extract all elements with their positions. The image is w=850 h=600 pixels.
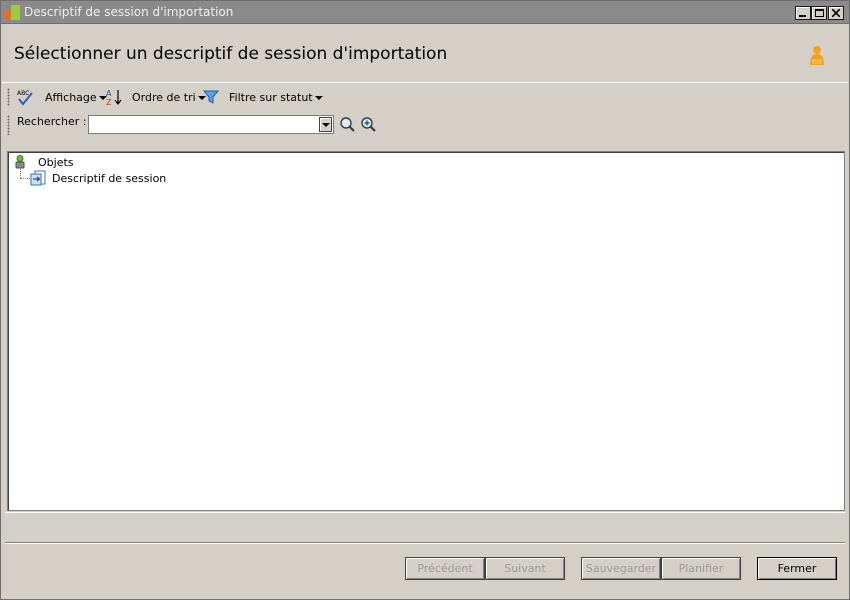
status-filter-label: Filtre sur statut bbox=[229, 90, 313, 104]
tree-connector bbox=[20, 169, 21, 178]
zoom-in-icon[interactable] bbox=[360, 116, 377, 133]
search-toolbar: Rechercher : bbox=[7, 113, 845, 137]
search-combobox[interactable] bbox=[88, 115, 334, 134]
svg-text:ABC: ABC bbox=[17, 90, 29, 97]
page-title: Sélectionner un descriptif de session d'… bbox=[14, 44, 448, 64]
title-bar[interactable]: Descriptif de session d'importation bbox=[1, 1, 849, 24]
status-bar bbox=[5, 512, 845, 535]
footer-divider bbox=[5, 542, 845, 544]
tree-node-objects[interactable]: Objets bbox=[14, 154, 74, 170]
filter-icon bbox=[203, 90, 219, 104]
view-menu-label: Affichage bbox=[45, 90, 97, 104]
svg-text:A: A bbox=[106, 89, 112, 98]
close-icon bbox=[832, 9, 840, 17]
chevron-down-icon bbox=[321, 122, 330, 127]
objects-icon bbox=[15, 155, 25, 169]
close-dialog-button[interactable]: Fermer bbox=[757, 557, 837, 580]
tree-node-label: Descriptif de session bbox=[52, 171, 167, 185]
maximize-button[interactable] bbox=[811, 6, 827, 20]
previous-button[interactable]: Précédent bbox=[405, 557, 485, 580]
sort-az-button[interactable]: A Z bbox=[105, 87, 123, 107]
tree-connector bbox=[20, 178, 30, 179]
spellcheck-icon: ABC bbox=[17, 90, 33, 106]
search-dropdown-button[interactable] bbox=[319, 117, 332, 132]
tree-node-session-descriptor[interactable]: Descriptif de session bbox=[30, 169, 166, 187]
app-icon bbox=[4, 5, 20, 20]
search-label: Rechercher : bbox=[17, 115, 87, 128]
spellcheck-button[interactable]: ABC bbox=[16, 87, 34, 107]
schedule-button[interactable]: Planifier bbox=[661, 557, 741, 580]
magnifier-icon[interactable] bbox=[339, 116, 356, 133]
header-panel: Sélectionner un descriptif de session d'… bbox=[2, 24, 848, 83]
view-toolbar: ABC Affichage A Z Ordre de tri Filtre su bbox=[7, 87, 845, 109]
maximize-icon bbox=[814, 9, 824, 17]
close-button[interactable] bbox=[828, 6, 844, 20]
session-descriptor-icon bbox=[30, 170, 46, 186]
status-filter-menu[interactable]: Filtre sur statut bbox=[229, 87, 323, 107]
minimize-button[interactable] bbox=[795, 6, 811, 20]
dialog-window: Descriptif de session d'importation Séle… bbox=[0, 0, 850, 600]
tree-node-label: Objets bbox=[38, 155, 74, 169]
sort-order-menu[interactable]: Ordre de tri bbox=[132, 87, 206, 107]
view-menu[interactable]: Affichage bbox=[45, 87, 107, 107]
minimize-icon bbox=[799, 15, 806, 17]
sort-az-icon: A Z bbox=[106, 89, 122, 106]
next-button[interactable]: Suivant bbox=[485, 557, 565, 580]
save-button[interactable]: Sauvegarder bbox=[581, 557, 661, 580]
filter-button[interactable] bbox=[203, 87, 219, 107]
search-input[interactable] bbox=[91, 117, 317, 131]
user-icon bbox=[810, 46, 824, 65]
toolbar-grip[interactable] bbox=[7, 88, 10, 106]
object-tree[interactable]: Objets Descriptif de session bbox=[7, 151, 845, 511]
window-title: Descriptif de session d'importation bbox=[24, 5, 234, 19]
svg-text:Z: Z bbox=[106, 98, 112, 106]
chevron-down-icon bbox=[314, 96, 323, 100]
toolbar-grip[interactable] bbox=[7, 115, 10, 135]
sort-order-label: Ordre de tri bbox=[132, 90, 196, 104]
